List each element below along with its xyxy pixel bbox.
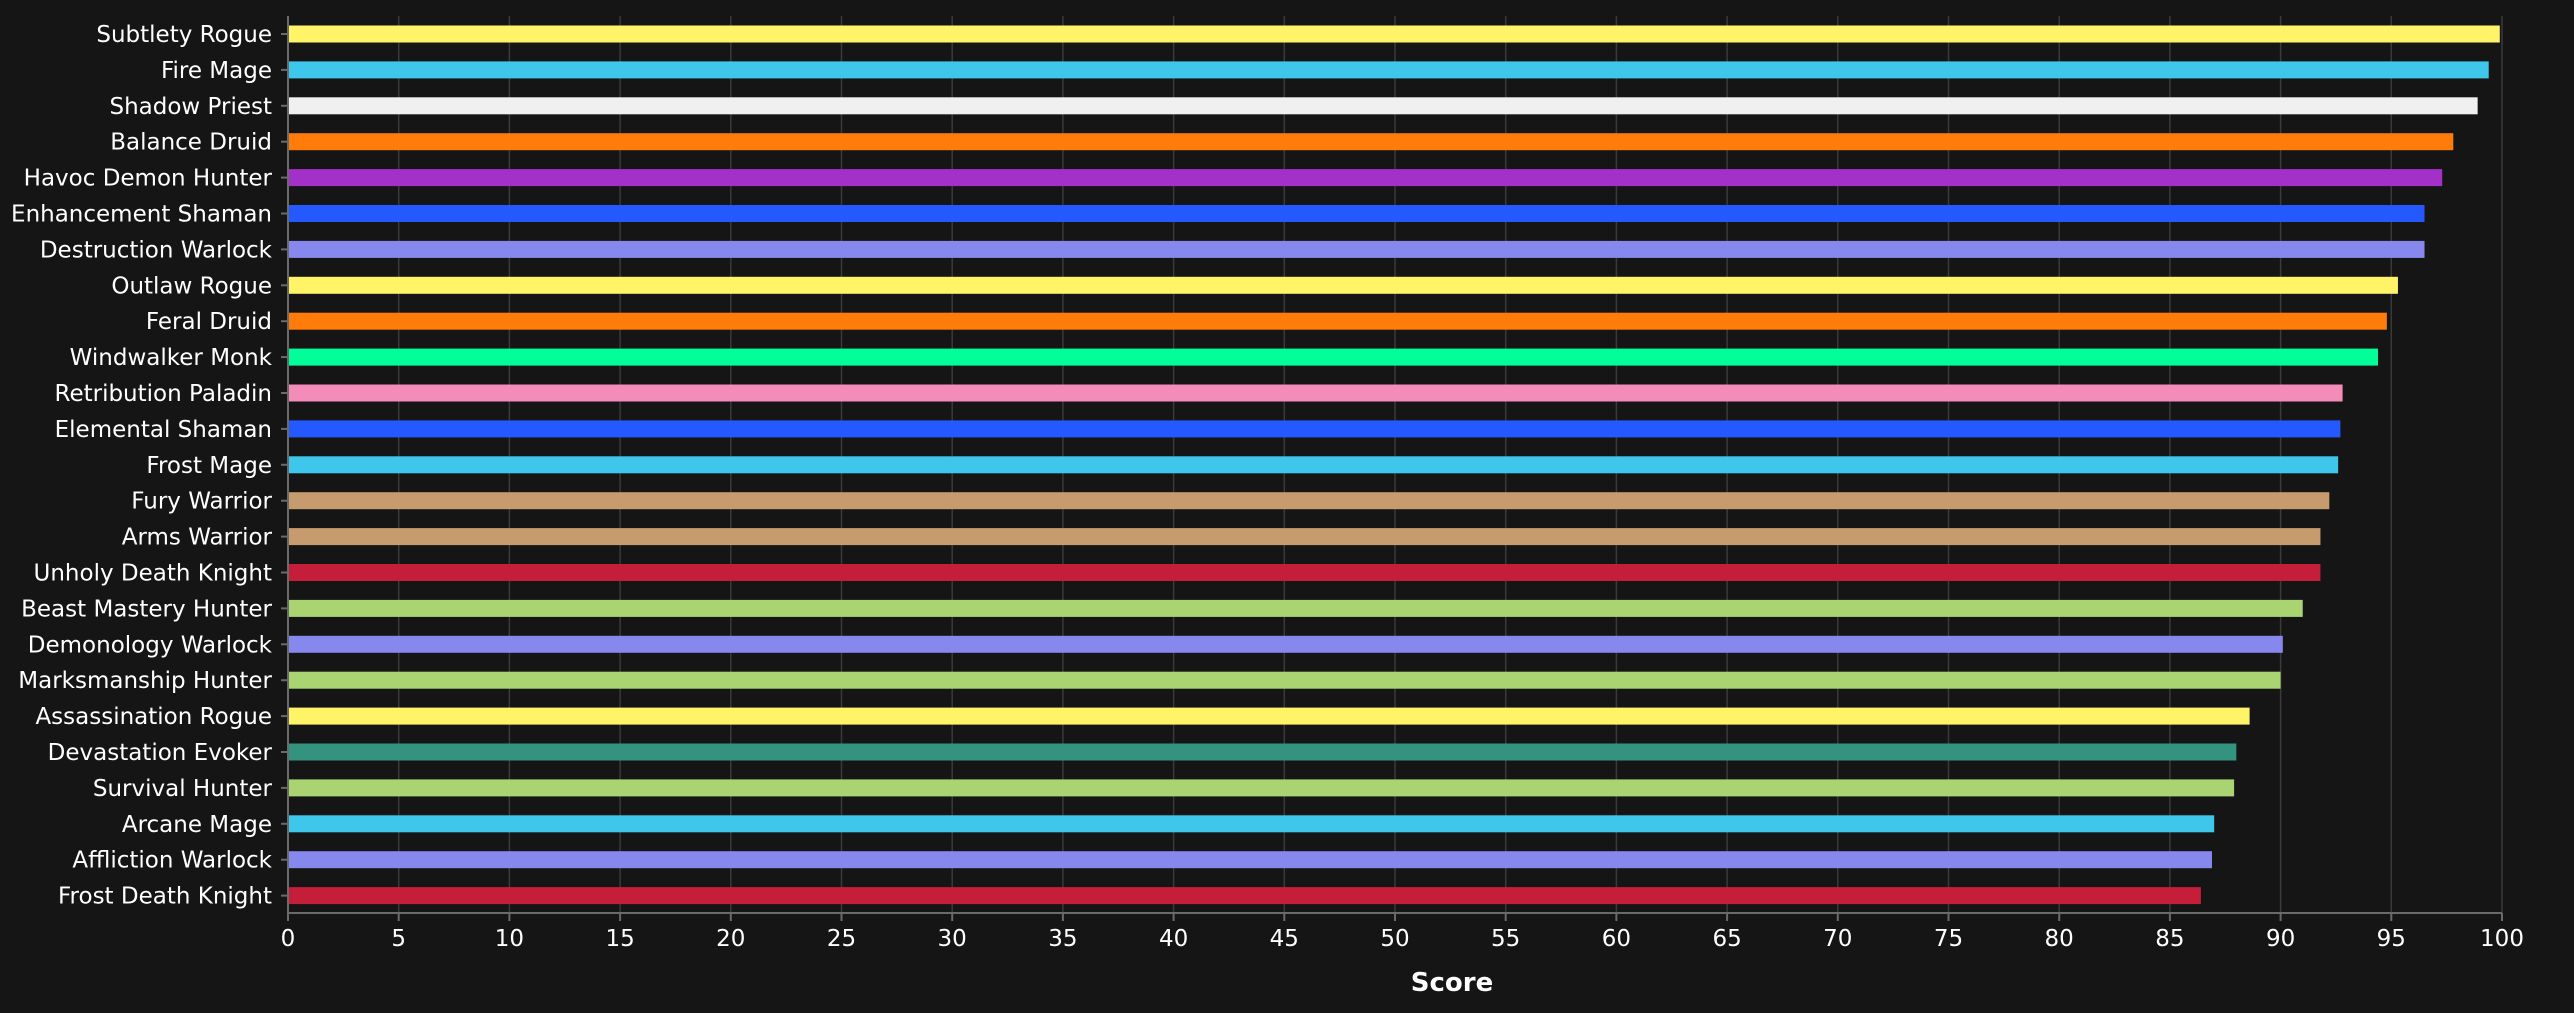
x-tick-label: 80 bbox=[2045, 926, 2074, 952]
x-tick-label: 45 bbox=[1270, 926, 1299, 952]
bar bbox=[288, 815, 2215, 833]
category-label: Affliction Warlock bbox=[72, 848, 272, 874]
bar bbox=[288, 133, 2454, 151]
category-label: Assassination Rogue bbox=[35, 704, 272, 730]
x-tick-label: 0 bbox=[281, 926, 296, 952]
bar bbox=[288, 61, 2489, 79]
category-label: Fury Warrior bbox=[131, 489, 272, 515]
bar bbox=[288, 348, 2379, 366]
bar bbox=[288, 887, 2201, 905]
x-tick-labels: 0 5 10 15 20 25 30 35 40 45 50 55 60 65 70 75 80 85 90 95 10… bbox=[281, 926, 2524, 952]
category-labels: Subtlety Rogue Fire Mage Shadow Priest Bala… bbox=[11, 22, 273, 910]
bar bbox=[288, 240, 2425, 258]
bar bbox=[288, 205, 2425, 222]
x-tick-label: 10 bbox=[495, 926, 524, 952]
x-tick-label: 95 bbox=[2377, 926, 2406, 952]
x-axis-title: Score bbox=[1411, 968, 1493, 998]
bar bbox=[288, 671, 2281, 689]
category-label: Frost Mage bbox=[146, 453, 272, 479]
bar bbox=[288, 743, 2237, 761]
category-label: Destruction Warlock bbox=[40, 237, 273, 263]
x-tick-label: 70 bbox=[1823, 926, 1852, 952]
bar bbox=[288, 169, 2443, 187]
category-label: Devastation Evoker bbox=[48, 740, 273, 766]
category-label: Retribution Paladin bbox=[55, 381, 273, 407]
category-label: Subtlety Rogue bbox=[96, 22, 272, 48]
category-label: Arms Warrior bbox=[122, 525, 273, 551]
bar bbox=[288, 779, 2235, 797]
category-label: Survival Hunter bbox=[93, 776, 273, 802]
category-label: Beast Mastery Hunter bbox=[21, 596, 272, 622]
bar bbox=[288, 564, 2321, 581]
x-tick-label: 85 bbox=[2155, 926, 2184, 952]
category-label: Balance Druid bbox=[110, 130, 272, 156]
bar bbox=[288, 312, 2387, 330]
bar bbox=[288, 25, 2500, 43]
x-tick-label: 15 bbox=[605, 926, 634, 952]
x-tick-label: 100 bbox=[2480, 926, 2524, 952]
category-label: Fire Mage bbox=[161, 58, 272, 84]
x-tick-label: 30 bbox=[938, 926, 967, 952]
bar-chart: Subtlety Rogue Fire Mage Shadow Priest Bala… bbox=[0, 0, 2574, 1013]
bar bbox=[288, 599, 2303, 617]
bar bbox=[288, 707, 2250, 725]
bar bbox=[288, 276, 2398, 294]
category-label: Windwalker Monk bbox=[70, 345, 273, 371]
x-tick-label: 75 bbox=[1934, 926, 1963, 952]
category-label: Feral Druid bbox=[146, 309, 272, 335]
bar bbox=[288, 635, 2283, 653]
category-label: Arcane Mage bbox=[122, 812, 272, 838]
x-tick-label: 25 bbox=[827, 926, 856, 952]
bar bbox=[288, 456, 2339, 474]
x-tick-label: 55 bbox=[1491, 926, 1520, 952]
bar bbox=[288, 384, 2343, 402]
category-label: Havoc Demon Hunter bbox=[24, 166, 273, 192]
x-tick-label: 90 bbox=[2266, 926, 2295, 952]
chart-canvas: Subtlety Rogue Fire Mage Shadow Priest Bala… bbox=[11, 16, 2524, 998]
bar bbox=[288, 97, 2478, 115]
x-tick-label: 50 bbox=[1380, 926, 1409, 952]
category-label: Shadow Priest bbox=[109, 94, 272, 120]
bar bbox=[288, 851, 2212, 869]
bar bbox=[288, 420, 2341, 438]
x-tick-label: 60 bbox=[1602, 926, 1631, 952]
x-tick-label: 65 bbox=[1712, 926, 1741, 952]
x-tick-label: 20 bbox=[716, 926, 745, 952]
bar bbox=[288, 492, 2330, 510]
category-label: Elemental Shaman bbox=[55, 417, 272, 443]
category-label: Demonology Warlock bbox=[28, 632, 273, 658]
category-label: Enhancement Shaman bbox=[11, 202, 272, 228]
category-label: Marksmanship Hunter bbox=[18, 668, 272, 694]
bar bbox=[288, 528, 2321, 546]
category-label: Unholy Death Knight bbox=[34, 561, 272, 587]
category-label: Outlaw Rogue bbox=[111, 273, 272, 299]
x-tick-label: 40 bbox=[1159, 926, 1188, 952]
x-tick-label: 5 bbox=[391, 926, 406, 952]
category-label: Frost Death Knight bbox=[58, 884, 272, 910]
x-tick-label: 35 bbox=[1048, 926, 1077, 952]
